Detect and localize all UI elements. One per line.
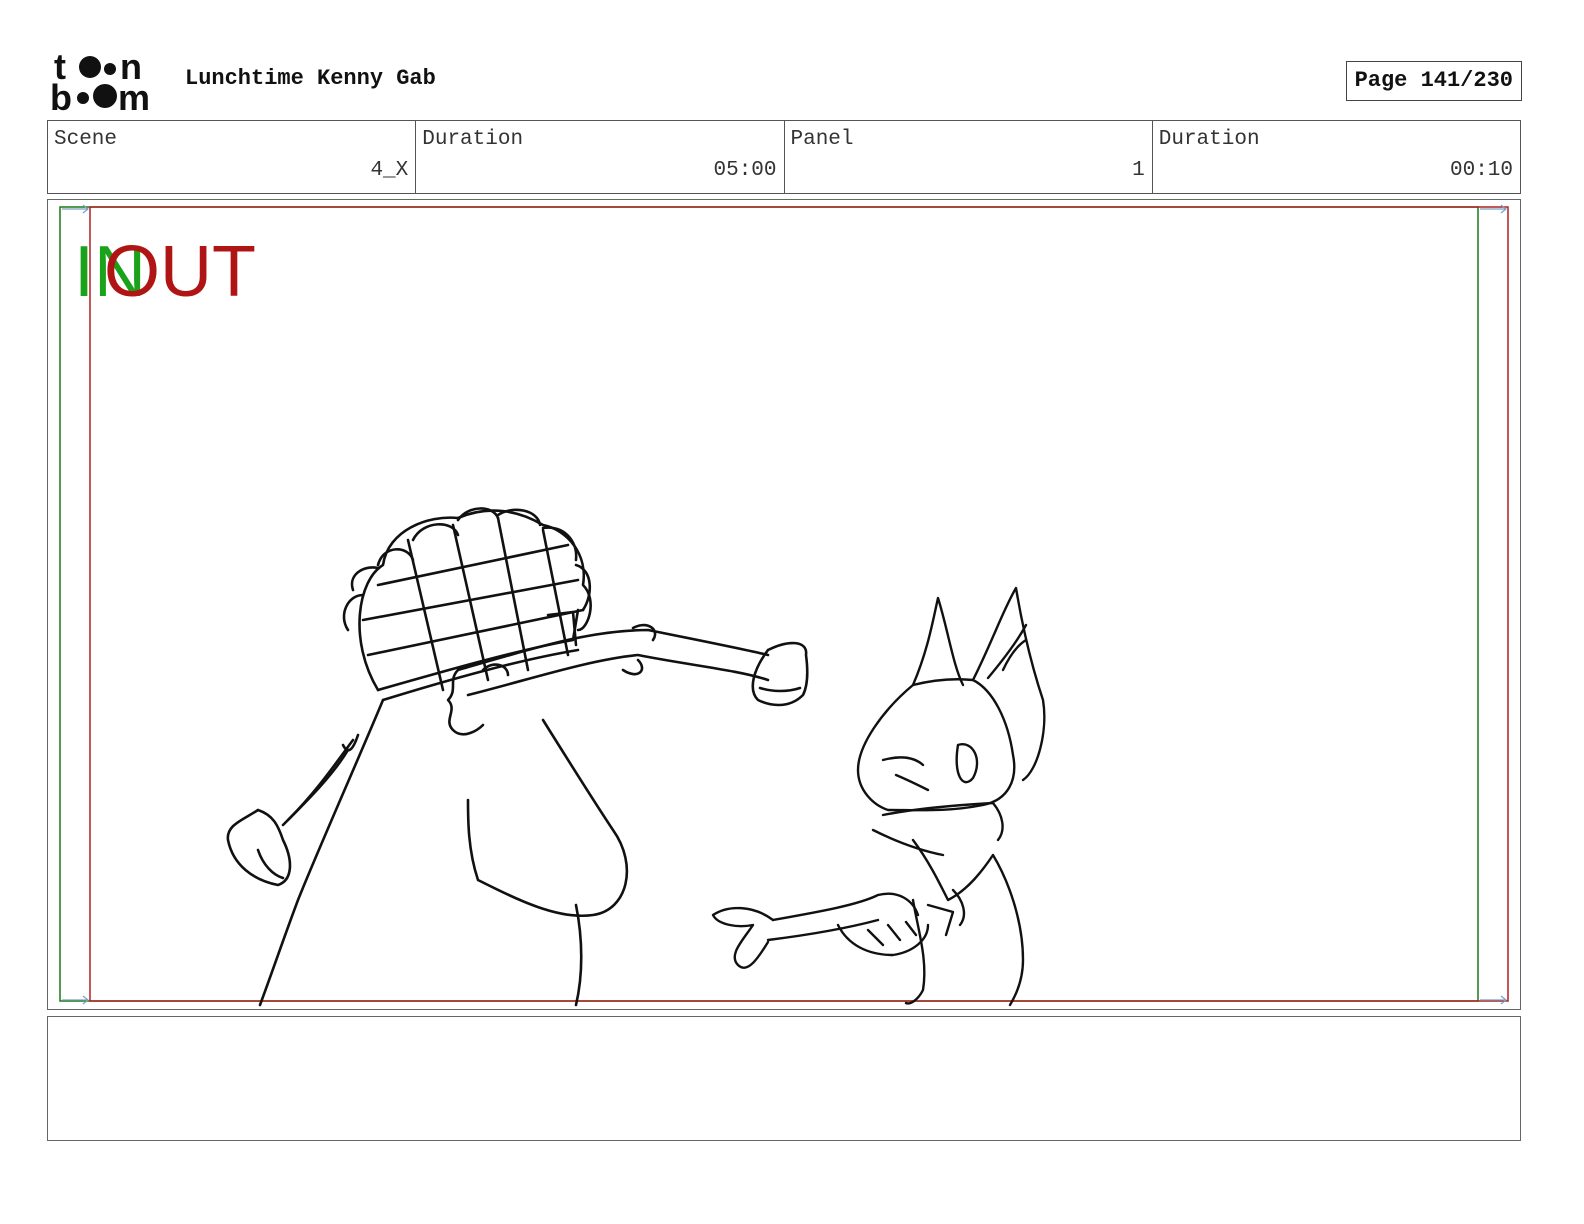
scene-cell: Scene 4_X [48, 121, 417, 193]
large-character-sketch-icon [226, 507, 809, 1007]
out-marker: OUT [104, 232, 256, 312]
panel-caption-box [47, 1016, 1521, 1141]
panel-canvas: IN OUT [59, 204, 1509, 1007]
scene-duration-label: Duration [422, 128, 524, 151]
storyboard-panel: IN OUT [47, 199, 1521, 1010]
panel-duration-value: 00:10 [1449, 159, 1513, 182]
panel-label: Panel [790, 128, 854, 151]
scene-duration-cell: Duration 05:00 [416, 121, 785, 193]
page-indicator: Page 141/230 [1345, 61, 1522, 101]
toon-boom-logo-icon: t n b m [50, 48, 150, 114]
project-title: Lunchtime Kenny Gab [185, 66, 436, 91]
in-frame [59, 206, 1479, 1002]
scene-duration-value: 05:00 [713, 159, 777, 182]
out-frame [89, 206, 1509, 1002]
panel-value: 1 [1132, 159, 1145, 182]
scene-label: Scene [54, 128, 118, 151]
scene-value: 4_X [370, 159, 409, 182]
scene-info-table: Scene 4_X Duration 05:00 Panel 1 Duratio… [47, 120, 1521, 194]
panel-duration-cell: Duration 00:10 [1153, 121, 1520, 193]
svg-text:m: m [118, 77, 150, 114]
panel-cell: Panel 1 [785, 121, 1153, 193]
svg-text:b: b [50, 77, 72, 114]
panel-duration-label: Duration [1158, 128, 1260, 151]
small-character-sketch-icon [711, 586, 1046, 1007]
